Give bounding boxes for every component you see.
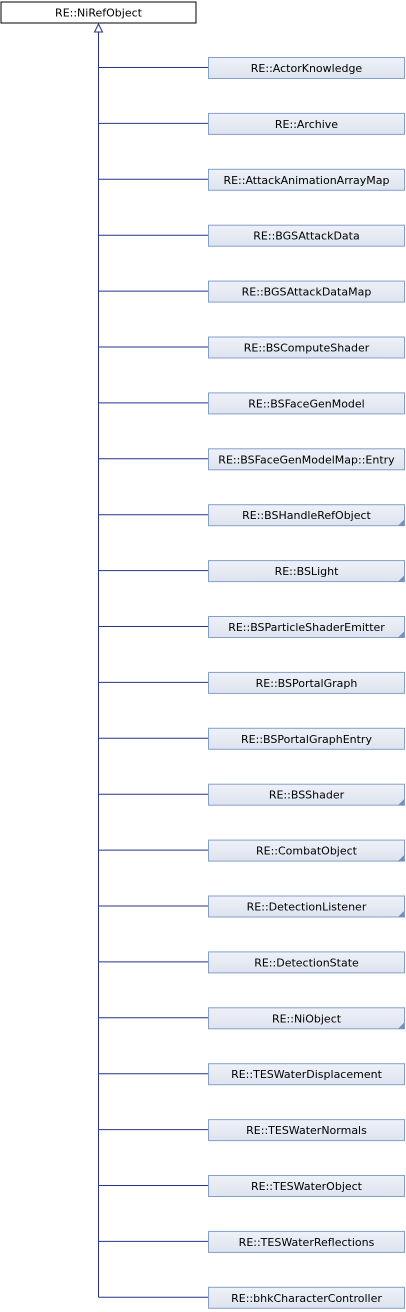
- derived-class-node[interactable]: RE::BSHandleRefObject: [208, 504, 405, 527]
- derived-class-label: RE::BSParticleShaderEmitter: [228, 621, 385, 634]
- derived-class-label: RE::BGSAttackData: [253, 230, 359, 243]
- derived-class-label: RE::BSHandleRefObject: [242, 509, 371, 522]
- derived-class-node[interactable]: RE::BSPortalGraph: [208, 671, 405, 694]
- derived-class-node[interactable]: RE::BGSAttackDataMap: [208, 280, 405, 303]
- derived-class-node[interactable]: RE::BSComputeShader: [208, 336, 405, 359]
- derived-class-label: RE::ActorKnowledge: [251, 62, 363, 75]
- derived-class-label: RE::NiObject: [272, 1012, 342, 1025]
- derived-class-label: RE::DetectionListener: [247, 901, 367, 914]
- derived-class-node[interactable]: RE::bhkCharacterController: [208, 1286, 405, 1309]
- derived-class-node[interactable]: RE::BSFaceGenModelMap::Entry: [208, 448, 405, 471]
- derived-class-label: RE::BSFaceGenModelMap::Entry: [218, 453, 395, 466]
- derived-class-label: RE::TESWaterNormals: [246, 1124, 367, 1137]
- derived-class-node[interactable]: RE::BSPortalGraphEntry: [208, 727, 405, 750]
- derived-classes: RE::ActorKnowledgeRE::ArchiveRE::AttackA…: [208, 57, 405, 1309]
- derived-class-node[interactable]: RE::BSShader: [208, 783, 405, 806]
- derived-class-node[interactable]: RE::TESWaterObject: [208, 1175, 405, 1197]
- inheritance-diagram: RE::NiRefObject RE::ActorKnowledgeRE::Ar…: [0, 1, 405, 1309]
- root-class-label: RE::NiRefObject: [55, 7, 143, 20]
- derived-class-node[interactable]: RE::Archive: [208, 112, 405, 135]
- derived-class-label: RE::BSFaceGenModel: [248, 397, 365, 410]
- derived-class-label: RE::CombatObject: [256, 845, 358, 858]
- derived-class-node[interactable]: RE::BSParticleShaderEmitter: [208, 616, 405, 638]
- derived-class-label: RE::AttackAnimationArrayMap: [223, 174, 389, 187]
- derived-class-label: RE::BSShader: [269, 789, 345, 802]
- derived-class-node[interactable]: RE::BGSAttackData: [208, 224, 405, 247]
- derived-class-node[interactable]: RE::AttackAnimationArrayMap: [208, 168, 405, 191]
- derived-class-node[interactable]: RE::ActorKnowledge: [208, 57, 405, 79]
- derived-class-node[interactable]: RE::NiObject: [208, 1007, 405, 1030]
- derived-class-label: RE::BSLight: [275, 565, 339, 578]
- inheritance-arrowhead: [93, 22, 104, 33]
- derived-class-label: RE::TESWaterDisplacement: [231, 1068, 382, 1081]
- derived-class-node[interactable]: RE::BSFaceGenModel: [208, 392, 405, 415]
- derived-class-node[interactable]: RE::CombatObject: [208, 839, 405, 862]
- derived-class-label: RE::BGSAttackDataMap: [242, 286, 372, 299]
- derived-class-node[interactable]: RE::BSLight: [208, 560, 405, 583]
- derived-class-node[interactable]: RE::DetectionState: [208, 951, 405, 974]
- derived-class-label: RE::Archive: [275, 118, 338, 131]
- derived-class-label: RE::TESWaterObject: [251, 1180, 363, 1193]
- derived-class-node[interactable]: RE::TESWaterDisplacement: [208, 1063, 405, 1086]
- inheritance-edges: [93, 22, 208, 1298]
- derived-class-label: RE::bhkCharacterController: [231, 1292, 382, 1305]
- derived-class-node[interactable]: RE::TESWaterNormals: [208, 1119, 405, 1142]
- derived-class-label: RE::BSPortalGraph: [256, 677, 358, 690]
- root-class-node[interactable]: RE::NiRefObject: [0, 1, 197, 24]
- derived-class-node[interactable]: RE::DetectionListener: [208, 895, 405, 918]
- derived-class-label: RE::BSPortalGraphEntry: [241, 733, 372, 746]
- derived-class-label: RE::DetectionState: [254, 956, 359, 969]
- derived-class-label: RE::BSComputeShader: [244, 342, 370, 355]
- derived-class-node[interactable]: RE::TESWaterReflections: [208, 1230, 405, 1253]
- derived-class-label: RE::TESWaterReflections: [239, 1236, 375, 1249]
